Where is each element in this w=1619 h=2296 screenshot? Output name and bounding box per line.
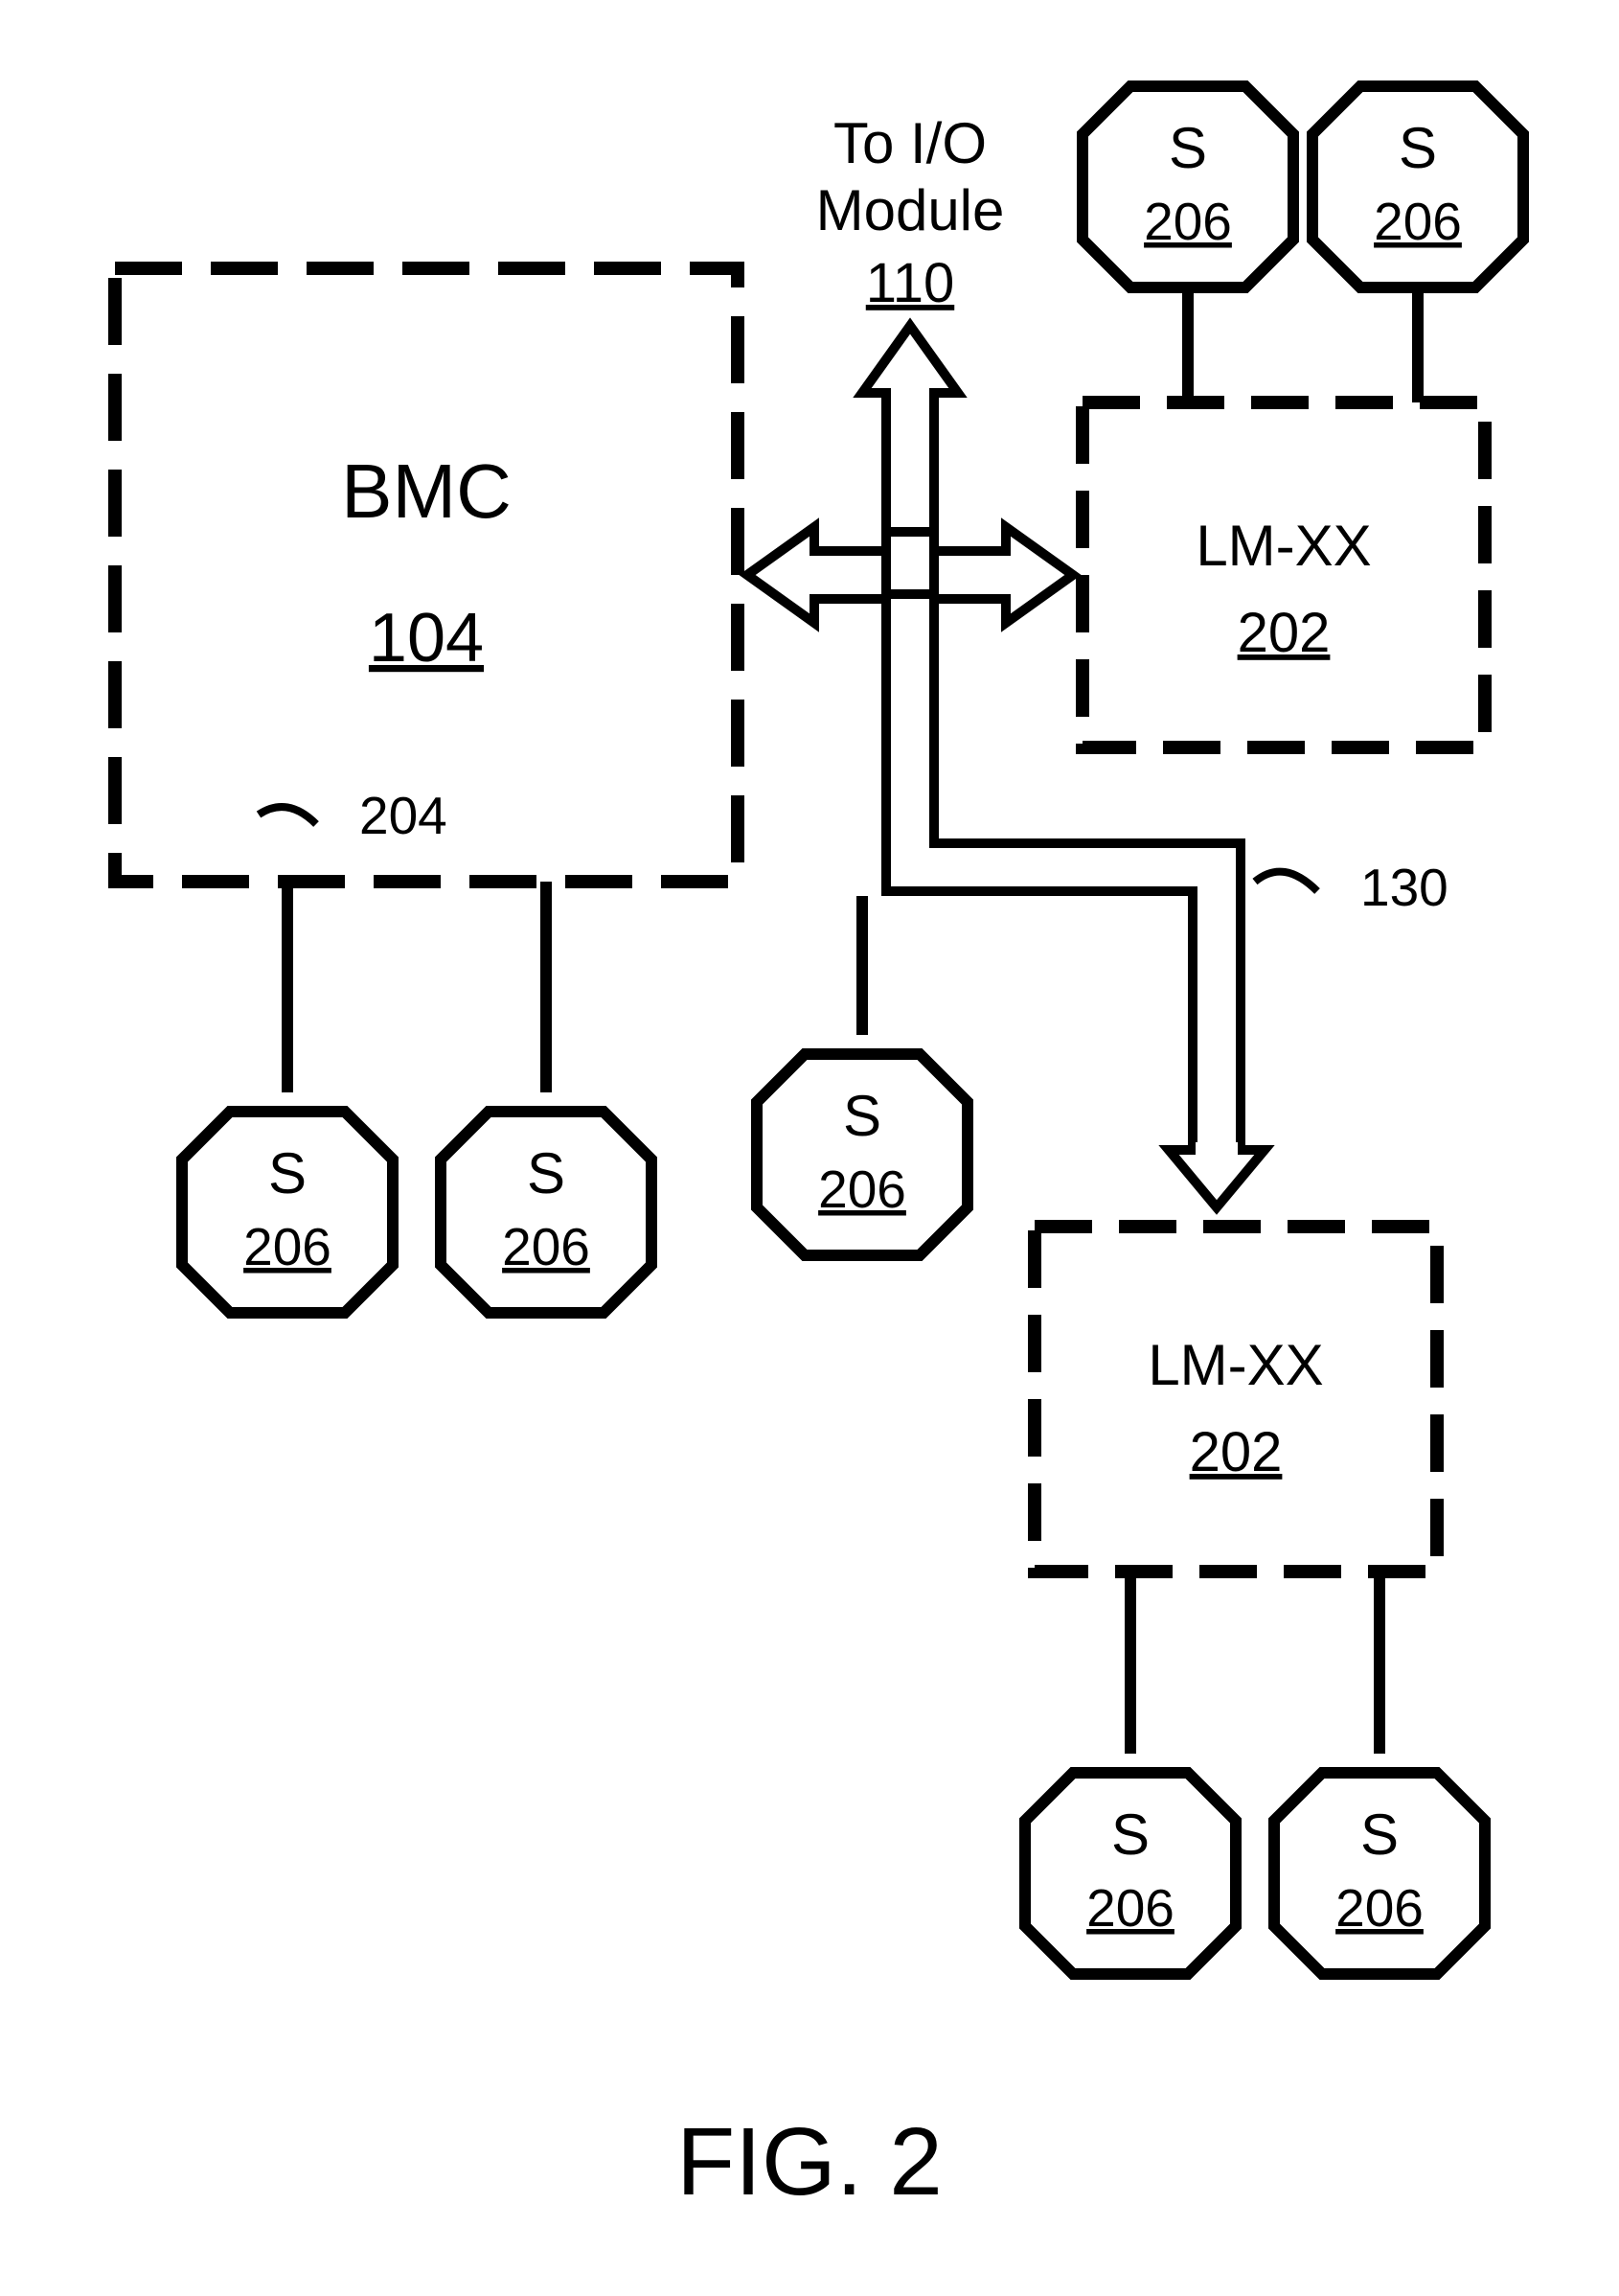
svg-text:S: S	[1399, 116, 1437, 180]
svg-text:206: 206	[1374, 192, 1462, 251]
svg-text:To I/O: To I/O	[833, 111, 987, 175]
svg-text:S: S	[527, 1141, 565, 1205]
bus-arrow-left	[747, 527, 886, 623]
bus-arrow-right	[934, 527, 1073, 623]
figure-canvas: BMC 104 204 S 206 S 206 To I/O Module 11…	[0, 0, 1619, 2296]
svg-text:206: 206	[502, 1217, 590, 1276]
sensor-bmc-left: S 206	[182, 1112, 393, 1313]
sensor-lmxx-bot-right: S 206	[1274, 1773, 1485, 1974]
svg-text:206: 206	[1086, 1878, 1174, 1938]
diagram-svg: BMC 104 204 S 206 S 206 To I/O Module 11…	[0, 0, 1619, 2296]
callout-204-text: 204	[359, 786, 447, 845]
sensor-bus-middle: S 206	[757, 1054, 968, 1255]
callout-130-text: 130	[1360, 858, 1448, 917]
lmxx-top-num: 202	[1238, 602, 1331, 664]
svg-text:206: 206	[243, 1217, 331, 1276]
svg-text:206: 206	[818, 1159, 906, 1219]
lmxx-bottom-block: LM-XX 202	[1035, 1227, 1437, 1572]
lmxx-top-block: LM-XX 202	[1083, 402, 1485, 747]
sensor-lmxx-top-right: S 206	[1312, 86, 1523, 287]
svg-text:S: S	[1169, 116, 1207, 180]
bus-arrow-up	[862, 326, 958, 532]
lmxx-bottom-num: 202	[1190, 1421, 1283, 1483]
svg-text:206: 206	[1335, 1878, 1424, 1938]
svg-text:S: S	[268, 1141, 307, 1205]
svg-text:S: S	[1360, 1802, 1399, 1867]
lmxx-top-label: LM-XX	[1196, 514, 1371, 578]
sensor-bmc-right: S 206	[441, 1112, 651, 1313]
svg-text:S: S	[1111, 1802, 1150, 1867]
lmxx-bottom-label: LM-XX	[1148, 1333, 1323, 1397]
svg-text:S: S	[843, 1084, 881, 1148]
io-module-label: To I/O Module 110	[816, 111, 1005, 314]
callout-204: 204	[259, 786, 447, 845]
bmc-label: BMC	[341, 448, 512, 534]
bmc-num: 104	[369, 600, 484, 677]
sensor-lmxx-bot-left: S 206	[1025, 1773, 1236, 1974]
figure-caption: FIG. 2	[676, 2108, 943, 2216]
callout-130: 130	[1255, 858, 1448, 917]
svg-text:Module: Module	[816, 178, 1005, 242]
svg-text:110: 110	[866, 252, 954, 314]
svg-text:206: 206	[1144, 192, 1232, 251]
sensor-lmxx-top-left: S 206	[1083, 86, 1293, 287]
